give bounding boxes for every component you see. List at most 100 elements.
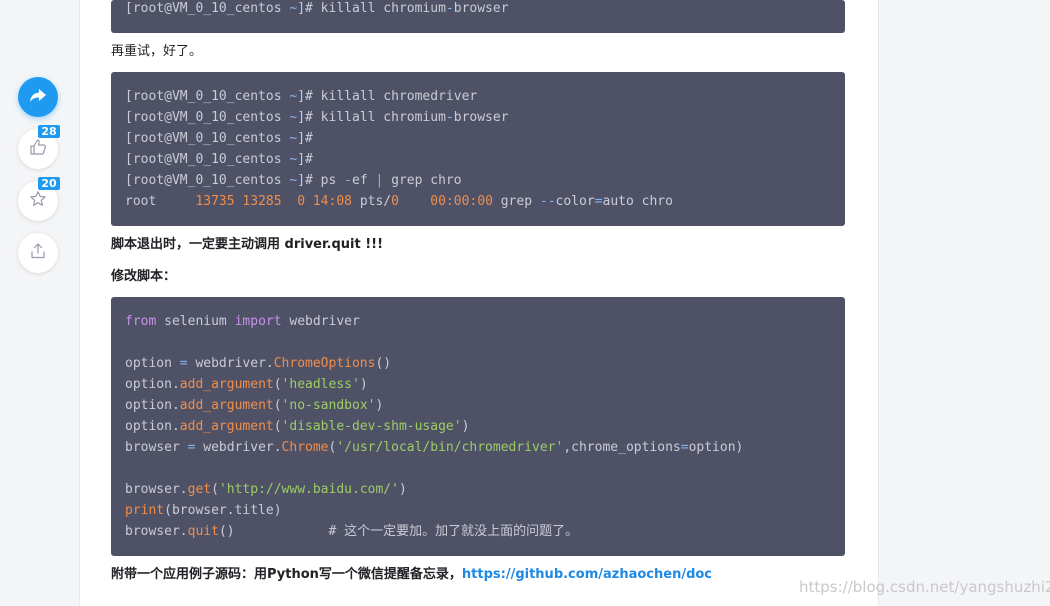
code-token: color <box>555 194 595 209</box>
favorite-count-badge: 20 <box>38 177 60 190</box>
code-token: = <box>594 194 603 209</box>
code-token: root <box>125 194 196 209</box>
code-token: browser <box>453 1 509 16</box>
code-token: [root@VM_0_10_centos <box>125 173 290 188</box>
code-token: 'disable-dev-shm-usage' <box>281 419 462 434</box>
code-token: Chrome <box>281 440 329 455</box>
code-token: option. <box>125 377 180 392</box>
code-token: ) <box>461 419 470 434</box>
code-token: option. <box>125 398 180 413</box>
code-token: add_argument <box>179 419 274 434</box>
code-lines: [root@VM_0_10_centos ~]# killall chromed… <box>125 86 831 212</box>
code-token: ) <box>398 482 407 497</box>
code-token: option. <box>125 419 180 434</box>
thumbs-up-icon <box>29 138 47 160</box>
code-line: [root@VM_0_10_centos ~]# <box>125 128 831 149</box>
code-lines: [root@VM_0_10_centos ~]# killall chromiu… <box>125 0 831 19</box>
code-token: () <box>218 524 235 539</box>
code-token: ef <box>352 173 376 188</box>
code-token: ]# <box>297 131 313 146</box>
code-line: browser.get('http://www.baidu.com/') <box>125 479 831 500</box>
code-token: ]# killall chromedriver <box>297 89 478 104</box>
code-line: [root@VM_0_10_centos ~]# killall chromiu… <box>125 0 831 19</box>
code-token: ( <box>273 377 282 392</box>
code-token: webdriver. <box>195 440 282 455</box>
code-lines: from selenium import webdriver option = … <box>125 311 831 542</box>
code-token: print <box>125 503 165 518</box>
code-token: webdriver <box>281 314 360 329</box>
share-arrow-icon <box>27 84 49 110</box>
code-line: browser.quit() # 这个一定要加。加了就没上面的问题了。 <box>125 521 831 542</box>
retry-text: 再重试，好了。 <box>111 44 203 59</box>
modify-script-heading: 修改脚本： <box>111 269 177 284</box>
like-count-badge: 28 <box>38 125 60 138</box>
code-line: option.add_argument('disable-dev-shm-usa… <box>125 416 831 437</box>
code-token: ]# killall chromium <box>297 110 446 125</box>
code-token: # 这个一定要加。加了就没上面的问题了。 <box>234 524 579 539</box>
code-token: 0 <box>391 194 399 209</box>
code-token: 13735 13285 0 14:08 <box>195 194 352 209</box>
code-token: selenium <box>156 314 235 329</box>
export-button[interactable] <box>18 233 58 273</box>
footer-text: 附带一个应用例子源码：用Python写一个微信提醒备忘录， <box>111 567 462 582</box>
code-line: from selenium import webdriver <box>125 311 831 332</box>
code-token: = <box>179 356 188 371</box>
github-link[interactable]: https://github.com/azhaochen/doc <box>462 567 712 582</box>
quit-note: 脚本退出时，一定要主动调用 driver.quit !!! <box>111 237 384 252</box>
code-token: 'no-sandbox' <box>281 398 376 413</box>
code-token: ( <box>273 398 282 413</box>
code-token: [root@VM_0_10_centos <box>125 89 290 104</box>
code-token: get <box>187 482 212 497</box>
code-line <box>125 332 831 353</box>
code-block-ps-check: [root@VM_0_10_centos ~]# killall chromed… <box>111 72 845 226</box>
code-line: [root@VM_0_10_centos ~]# <box>125 149 831 170</box>
code-token: 00:00:00 <box>430 194 493 209</box>
code-token: browser <box>453 110 509 125</box>
code-token: import <box>234 314 282 329</box>
code-token: add_argument <box>179 377 274 392</box>
code-token: quit <box>187 524 219 539</box>
code-token: () <box>375 356 392 371</box>
code-token: add_argument <box>179 398 274 413</box>
code-token: ]# killall chromium <box>297 1 446 16</box>
code-token: browser. <box>125 524 188 539</box>
code-token: ( <box>211 482 219 497</box>
code-token: - <box>344 173 352 188</box>
code-token: '/usr/local/bin/chromedriver' <box>336 440 564 455</box>
code-token: pts/ <box>352 194 392 209</box>
code-token: ) <box>359 377 368 392</box>
code-token: 'http://www.baidu.com/' <box>218 482 399 497</box>
code-token: [root@VM_0_10_centos <box>125 131 290 146</box>
code-token: ]# <box>297 152 313 167</box>
code-token: ChromeOptions <box>273 356 376 371</box>
favorite-button[interactable]: 20 <box>18 177 60 221</box>
upload-share-icon <box>29 242 47 264</box>
code-token: ) <box>375 398 384 413</box>
code-token: ]# ps <box>297 173 345 188</box>
watermark: https://blog.csdn.net/yangshuzhi21 <box>799 578 1050 596</box>
footer-paragraph: 附带一个应用例子源码：用Python写一个微信提醒备忘录，https://git… <box>111 566 712 584</box>
like-button[interactable]: 28 <box>18 125 60 169</box>
code-token: [root@VM_0_10_centos <box>125 1 290 16</box>
code-token: [root@VM_0_10_centos <box>125 110 290 125</box>
code-token: grep chro <box>383 173 462 188</box>
star-icon <box>29 190 47 212</box>
code-block-python-script: from selenium import webdriver option = … <box>111 297 845 556</box>
share-button[interactable] <box>18 77 58 117</box>
code-token: ,chrome_options <box>563 440 681 455</box>
code-token: - <box>445 110 454 125</box>
code-line: [root@VM_0_10_centos ~]# killall chromiu… <box>125 107 831 128</box>
code-line: option.add_argument('no-sandbox') <box>125 395 831 416</box>
code-token: [root@VM_0_10_centos <box>125 152 290 167</box>
code-line: option = webdriver.ChromeOptions() <box>125 353 831 374</box>
code-token: -- <box>539 194 556 209</box>
code-token: 'headless' <box>281 377 360 392</box>
code-token: = <box>680 440 689 455</box>
code-line <box>125 458 831 479</box>
code-line: option.add_argument('headless') <box>125 374 831 395</box>
code-token: auto chro <box>602 194 673 209</box>
code-token: option <box>125 356 180 371</box>
